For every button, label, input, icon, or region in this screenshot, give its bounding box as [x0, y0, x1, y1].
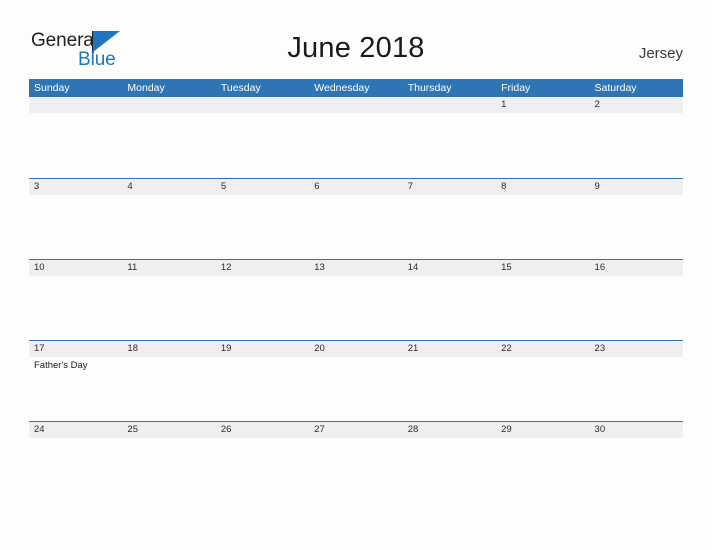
day-number[interactable]: 3 — [29, 179, 122, 195]
day-number[interactable]: 20 — [309, 341, 402, 357]
calendar-week-row: 3 4 5 6 7 8 9 — [29, 178, 683, 259]
day-number[interactable] — [216, 97, 309, 113]
day-number[interactable] — [309, 97, 402, 113]
day-cell[interactable] — [122, 276, 215, 340]
day-event-text: Father's Day — [34, 360, 88, 371]
day-cell[interactable]: Father's Day — [29, 357, 122, 421]
day-number[interactable]: 29 — [496, 422, 589, 438]
day-cell[interactable] — [590, 195, 683, 259]
day-number[interactable]: 30 — [590, 422, 683, 438]
calendar-weekday-header: Sunday Monday Tuesday Wednesday Thursday… — [29, 79, 683, 97]
day-number[interactable]: 22 — [496, 341, 589, 357]
day-cell[interactable] — [216, 438, 309, 502]
weekday-header-friday: Friday — [501, 82, 531, 94]
day-number[interactable]: 23 — [590, 341, 683, 357]
day-number[interactable]: 12 — [216, 260, 309, 276]
day-cell[interactable] — [216, 357, 309, 421]
day-cell[interactable] — [590, 438, 683, 502]
weekday-header-tuesday: Tuesday — [220, 82, 261, 94]
day-cell[interactable] — [309, 357, 402, 421]
week-date-strip: 10 11 12 13 14 15 16 — [29, 260, 683, 276]
week-event-strip — [29, 438, 683, 502]
page-title: June 2018 — [287, 32, 425, 64]
day-cell[interactable] — [590, 357, 683, 421]
calendar-table: Sunday Monday Tuesday Wednesday Thursday… — [29, 79, 683, 502]
day-cell[interactable] — [496, 438, 589, 502]
week-date-strip: 1 2 — [29, 97, 683, 113]
day-number[interactable]: 28 — [403, 422, 496, 438]
day-number[interactable] — [403, 97, 496, 113]
week-event-strip — [29, 276, 683, 340]
weekday-header-saturday: Saturday — [594, 82, 637, 94]
week-date-strip: 17 18 19 20 21 22 23 — [29, 341, 683, 357]
day-cell[interactable] — [122, 113, 215, 177]
day-number[interactable]: 24 — [29, 422, 122, 438]
day-cell[interactable] — [29, 195, 122, 259]
day-cell[interactable] — [122, 438, 215, 502]
day-cell[interactable] — [590, 276, 683, 340]
weekday-header-wednesday: Wednesday — [314, 82, 370, 94]
day-cell[interactable] — [29, 113, 122, 177]
day-number[interactable] — [29, 97, 122, 113]
day-number[interactable]: 17 — [29, 341, 122, 357]
day-number[interactable]: 7 — [403, 179, 496, 195]
day-number[interactable]: 27 — [309, 422, 402, 438]
day-number[interactable]: 8 — [496, 179, 589, 195]
day-number[interactable]: 9 — [590, 179, 683, 195]
day-cell[interactable] — [496, 195, 589, 259]
day-number[interactable]: 4 — [122, 179, 215, 195]
day-cell[interactable] — [496, 276, 589, 340]
calendar-week-row: 17 18 19 20 21 22 23 Father's Day — [29, 340, 683, 421]
day-number[interactable]: 25 — [122, 422, 215, 438]
page-header: General Blue June 2018 Jersey — [0, 0, 712, 79]
week-event-strip — [29, 195, 683, 259]
day-cell[interactable] — [29, 438, 122, 502]
day-number[interactable]: 16 — [590, 260, 683, 276]
calendar-week-row: 1 2 — [29, 97, 683, 178]
day-number[interactable]: 1 — [496, 97, 589, 113]
day-cell[interactable] — [309, 113, 402, 177]
day-cell[interactable] — [309, 276, 402, 340]
day-number[interactable]: 11 — [122, 260, 215, 276]
calendar-week-row: 10 11 12 13 14 15 16 — [29, 259, 683, 340]
region-label: Jersey — [638, 45, 683, 62]
day-cell[interactable] — [216, 113, 309, 177]
day-number[interactable]: 21 — [403, 341, 496, 357]
day-cell[interactable] — [309, 438, 402, 502]
day-number[interactable]: 2 — [590, 97, 683, 113]
week-date-strip: 3 4 5 6 7 8 9 — [29, 179, 683, 195]
day-cell[interactable] — [216, 195, 309, 259]
day-cell[interactable] — [216, 276, 309, 340]
weekday-header-sunday: Sunday — [34, 82, 70, 94]
day-number[interactable]: 26 — [216, 422, 309, 438]
day-cell[interactable] — [403, 113, 496, 177]
calendar-week-row: 24 25 26 27 28 29 30 — [29, 421, 683, 502]
day-cell[interactable] — [496, 113, 589, 177]
day-cell[interactable] — [496, 357, 589, 421]
day-number[interactable]: 6 — [309, 179, 402, 195]
day-cell[interactable] — [403, 195, 496, 259]
day-number[interactable]: 5 — [216, 179, 309, 195]
day-number[interactable]: 10 — [29, 260, 122, 276]
day-cell[interactable] — [29, 276, 122, 340]
weekday-header-monday: Monday — [127, 82, 165, 94]
day-cell[interactable] — [122, 357, 215, 421]
day-number[interactable]: 13 — [309, 260, 402, 276]
day-number[interactable]: 14 — [403, 260, 496, 276]
day-cell[interactable] — [403, 276, 496, 340]
day-number[interactable] — [122, 97, 215, 113]
day-cell[interactable] — [403, 438, 496, 502]
week-event-strip — [29, 113, 683, 177]
day-number[interactable]: 18 — [122, 341, 215, 357]
week-date-strip: 24 25 26 27 28 29 30 — [29, 422, 683, 438]
day-cell[interactable] — [590, 113, 683, 177]
day-cell[interactable] — [309, 195, 402, 259]
week-event-strip: Father's Day — [29, 357, 683, 421]
day-cell[interactable] — [403, 357, 496, 421]
day-number[interactable]: 19 — [216, 341, 309, 357]
day-cell[interactable] — [122, 195, 215, 259]
weekday-header-thursday: Thursday — [407, 82, 452, 94]
day-number[interactable]: 15 — [496, 260, 589, 276]
